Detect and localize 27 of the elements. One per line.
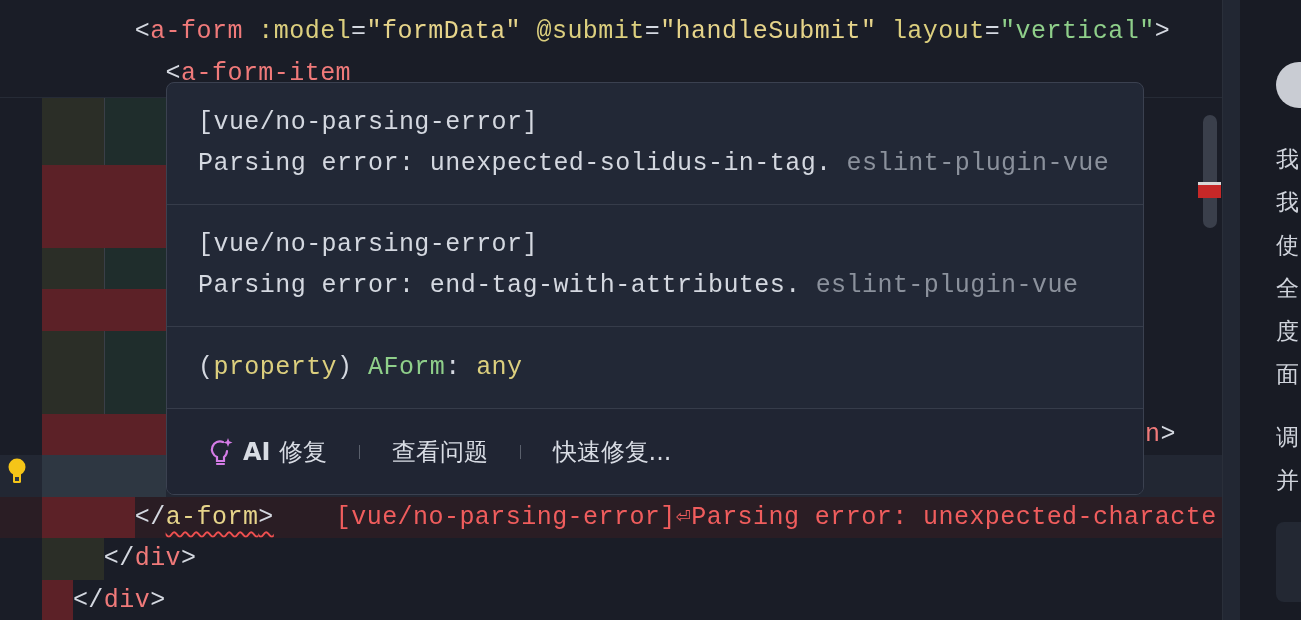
code-line: <a-form :model="formData" @submit="handleSubmit" layout="vertical"> [133,16,1171,48]
text-line: 使 [1276,231,1300,260]
text-line: 我 [1276,188,1300,217]
text-line: 调 [1276,423,1300,452]
code-line: </div> [71,584,166,617]
text-line: 面 [1276,360,1300,389]
action-button[interactable]: 快速修复... [552,433,672,470]
lightbulb-icon[interactable] [8,458,26,484]
code-line: <a-form-item [164,57,352,90]
text-line: 全 [1276,274,1300,303]
text-line: 并 [1276,466,1300,495]
text-line: 我 [1276,145,1300,174]
code-line: </div> [102,543,197,575]
code-line: n> [1145,418,1176,451]
rule-name: [vue/no-parsing-error] [198,229,539,261]
error-source: eslint-plugin-vue [846,148,1110,180]
text-line: 度 [1276,317,1300,346]
ai-fix-button[interactable]: AI 修复 [207,433,327,470]
type-signature: (property) AForm: any [198,353,523,382]
inline-error-message: [vue/no-parsing-error]⏎Parsing error: unexpected-characte [335,501,1217,534]
rule-name: [vue/no-parsing-error] [198,107,539,139]
action-button[interactable]: 查看问题 [391,433,488,470]
error-marker [1198,182,1221,198]
error-source: eslint-plugin-vue [815,270,1079,302]
code-line: </a-form> [133,501,274,534]
error-message: Parsing error: unexpected-solidus-in-tag. [198,148,832,180]
error-message: Parsing error: end-tag-with-attributes. [198,270,801,302]
